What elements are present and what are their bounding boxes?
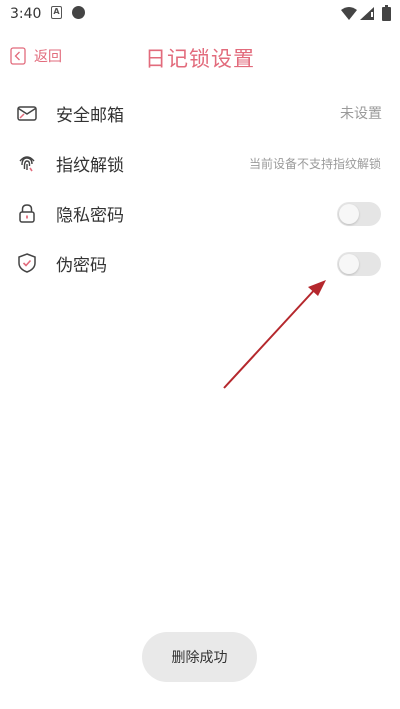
toast-message: 删除成功 bbox=[142, 632, 257, 682]
annotation-arrow bbox=[223, 280, 326, 389]
